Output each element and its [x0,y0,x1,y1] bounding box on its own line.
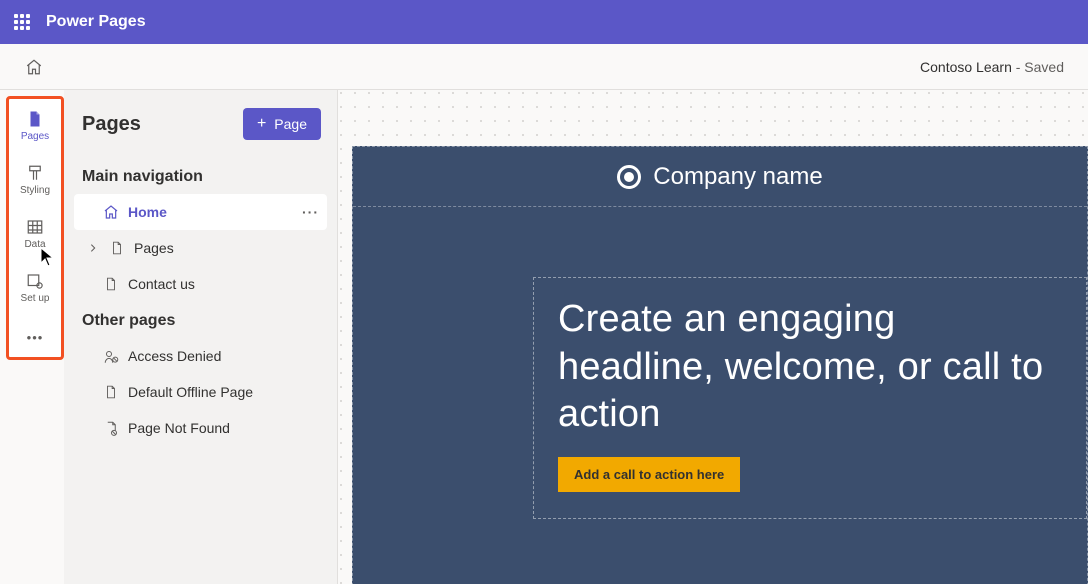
row-overflow-icon[interactable]: ··· [302,204,319,220]
panel-title: Pages [82,113,141,136]
chevron-right-icon[interactable] [86,243,100,253]
tree-item-label: Access Denied [128,348,221,364]
rail-item-data[interactable]: Data [9,209,61,259]
new-page-button[interactable]: + Page [243,108,321,140]
plus-icon: + [257,116,266,132]
design-canvas[interactable]: Company name Create an engaging headline… [338,90,1088,584]
data-icon [26,218,44,236]
page-blocked-icon [102,421,120,436]
tree-item-label: Pages [134,240,174,256]
tree-item-contact[interactable]: Contact us [74,266,327,302]
left-rail: Pages Styling Data [9,101,61,357]
home-icon [102,204,120,220]
other-tree: Access Denied Default Offline Page Page … [64,338,337,446]
pages-icon [26,110,44,128]
tree-item-pages[interactable]: Pages [74,230,327,266]
access-denied-icon [102,349,120,364]
rail-item-label: Set up [21,293,50,304]
left-rail-highlight: Pages Styling Data [6,96,64,360]
logo-icon [617,165,641,189]
page-icon [108,241,126,255]
tree-item-access-denied[interactable]: Access Denied [74,338,327,374]
tree-item-page-not-found[interactable]: Page Not Found [74,410,327,446]
rail-item-pages[interactable]: Pages [9,101,61,151]
setup-icon [26,272,44,290]
page-icon [102,385,120,399]
save-state: - Saved [1012,59,1064,75]
cta-button[interactable]: Add a call to action here [558,457,740,492]
company-name[interactable]: Company name [653,163,822,191]
tree-item-label: Page Not Found [128,420,230,436]
tree-item-default-offline[interactable]: Default Offline Page [74,374,327,410]
tree-item-home[interactable]: Home ··· [74,194,327,230]
stage-header[interactable]: Company name [353,147,1087,207]
page-stage[interactable]: Company name Create an engaging headline… [352,146,1088,584]
brand-title: Power Pages [46,13,146,31]
section-main-navigation: Main navigation [64,158,337,194]
rail-item-more[interactable]: ••• [9,317,61,357]
styling-icon [26,164,44,182]
pages-panel: Pages + Page Main navigation Home ··· [64,90,338,584]
hero-headline[interactable]: Create an engaging headline, welcome, or… [558,296,1062,439]
tree-item-label: Default Offline Page [128,384,253,400]
save-status: Contoso Learn - Saved [920,59,1064,75]
left-rail-container: Pages Styling Data [0,90,64,584]
section-other-pages: Other pages [64,302,337,338]
tree-item-label: Home [128,204,167,220]
rail-item-label: Data [24,239,45,250]
nav-tree: Home ··· Pages Contact us [64,194,337,302]
new-page-label: Page [274,116,307,132]
tree-item-label: Contact us [128,276,195,292]
brand-bar: Power Pages [0,0,1088,44]
ellipsis-icon: ••• [27,330,44,345]
home-breadcrumb[interactable] [20,53,48,81]
rail-item-label: Styling [20,185,50,196]
hero-section[interactable]: Create an engaging headline, welcome, or… [533,277,1087,519]
app-launcher-icon[interactable] [14,14,30,30]
status-bar: Contoso Learn - Saved [0,44,1088,90]
rail-item-label: Pages [21,131,49,142]
home-icon [25,58,43,76]
rail-item-setup[interactable]: Set up [9,263,61,313]
page-icon [102,277,120,291]
site-name: Contoso Learn [920,59,1012,75]
rail-item-styling[interactable]: Styling [9,155,61,205]
